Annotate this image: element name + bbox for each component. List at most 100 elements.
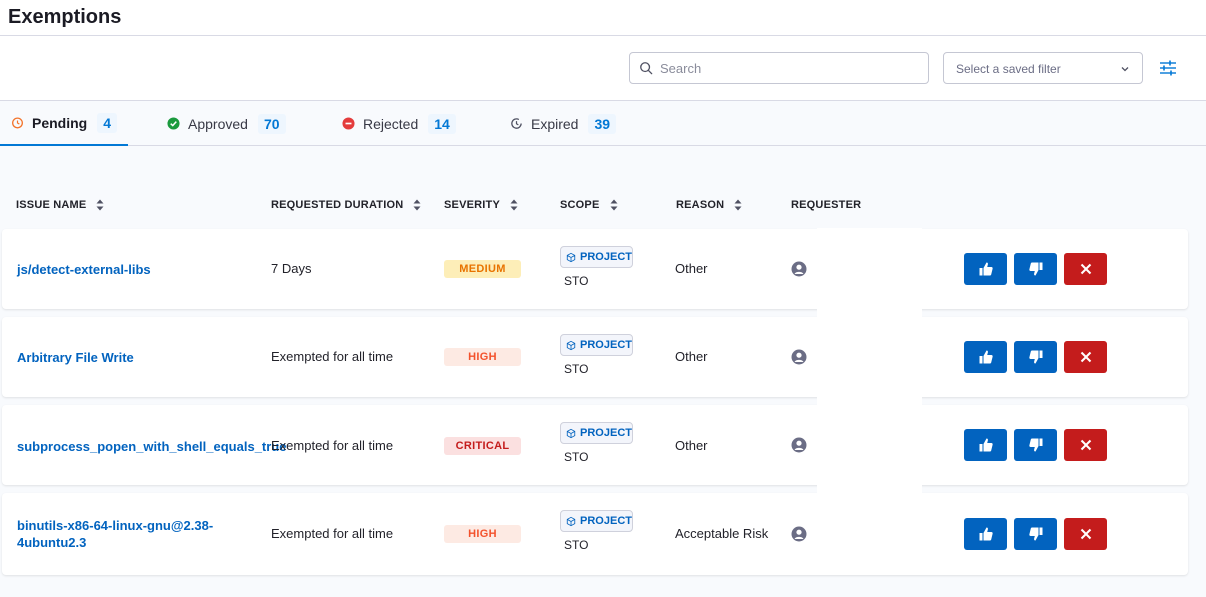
- issue-name-link[interactable]: js/detect-external-libs: [17, 261, 267, 278]
- approve-button[interactable]: [964, 518, 1007, 550]
- column-header-requester: REQUESTER: [791, 199, 861, 211]
- reject-button[interactable]: [1014, 429, 1057, 461]
- saved-filter-placeholder: Select a saved filter: [956, 62, 1061, 76]
- search-box[interactable]: [629, 52, 929, 84]
- column-header-severity[interactable]: SEVERITY: [444, 199, 518, 211]
- thumbs-up-icon: [979, 350, 993, 364]
- issue-name-link[interactable]: subprocess_popen_with_shell_equals_true: [17, 438, 286, 455]
- remove-button[interactable]: [1064, 429, 1107, 461]
- requested-duration: Exempted for all time: [271, 526, 394, 541]
- close-icon: [1080, 439, 1091, 451]
- scope-badge: PROJECT: [560, 246, 633, 268]
- column-header-label: REQUESTED DURATION: [271, 199, 404, 211]
- column-header-issue-name[interactable]: ISSUE NAME: [16, 199, 104, 211]
- severity-badge: CRITICAL: [444, 437, 521, 455]
- column-header-label: ISSUE NAME: [16, 199, 87, 211]
- column-header-label: SEVERITY: [444, 199, 501, 211]
- remove-button[interactable]: [1064, 253, 1107, 285]
- user-avatar-icon: [791, 437, 807, 453]
- tab-rejected[interactable]: Rejected 14: [342, 101, 456, 146]
- issue-name-link[interactable]: Arbitrary File Write: [17, 349, 267, 366]
- sort-icon: [96, 199, 104, 211]
- redacted-requester-area: [817, 228, 922, 494]
- column-header-requested-duration[interactable]: REQUESTED DURATION: [271, 199, 421, 211]
- user-avatar-icon: [791, 261, 807, 277]
- sort-icon: [510, 199, 518, 211]
- reason: Acceptable Risk: [675, 526, 769, 541]
- reason: Other: [675, 261, 708, 276]
- minus-circle-icon: [342, 117, 355, 130]
- table-row[interactable]: js/detect-external-libs 7 Days MEDIUM PR…: [2, 229, 1188, 309]
- scope-name: STO: [564, 538, 589, 552]
- expired-clock-icon: [511, 118, 522, 129]
- tab-expired[interactable]: Expired 39: [510, 101, 617, 146]
- tab-count: 14: [428, 113, 456, 134]
- thumbs-down-icon: [1028, 438, 1042, 452]
- severity-badge: HIGH: [444, 525, 521, 543]
- reject-button[interactable]: [1014, 518, 1057, 550]
- column-header-label: SCOPE: [560, 199, 600, 211]
- page-title: Exemptions: [8, 6, 122, 28]
- user-avatar-icon: [791, 526, 807, 542]
- approve-button[interactable]: [964, 253, 1007, 285]
- scope-name: STO: [564, 450, 589, 464]
- tab-count: 39: [588, 113, 617, 134]
- column-header-reason[interactable]: REASON: [676, 199, 742, 211]
- pending-clock-icon: [12, 117, 23, 129]
- tab-label: Rejected: [363, 115, 419, 132]
- thumbs-up-icon: [979, 262, 993, 276]
- column-header-label: REQUESTER: [791, 199, 862, 211]
- cube-icon: [566, 340, 576, 350]
- reject-button[interactable]: [1014, 341, 1057, 373]
- close-icon: [1080, 528, 1091, 540]
- column-header-scope[interactable]: SCOPE: [560, 199, 618, 211]
- check-circle-icon: [167, 117, 180, 130]
- scope-badge: PROJECT: [560, 510, 633, 532]
- tab-pending[interactable]: Pending 4: [0, 101, 128, 146]
- tab-count: 70: [257, 113, 286, 134]
- table-row[interactable]: Arbitrary File Write Exempted for all ti…: [2, 317, 1188, 397]
- severity-badge: MEDIUM: [444, 260, 521, 278]
- column-header-label: REASON: [676, 199, 725, 211]
- filter-settings-icon[interactable]: [1158, 58, 1178, 78]
- cube-icon: [566, 516, 576, 526]
- thumbs-down-icon: [1028, 350, 1042, 364]
- chevron-down-icon: [1121, 67, 1129, 72]
- requested-duration: 7 Days: [271, 261, 312, 276]
- title-bar: Exemptions: [0, 0, 1206, 36]
- sort-icon: [734, 199, 742, 211]
- scope-name: STO: [564, 362, 589, 376]
- close-icon: [1080, 351, 1091, 363]
- reason: Other: [675, 438, 708, 453]
- table-row[interactable]: subprocess_popen_with_shell_equals_true …: [2, 405, 1188, 485]
- tab-approved[interactable]: Approved 70: [167, 101, 286, 146]
- user-avatar-icon: [791, 349, 807, 365]
- sort-icon: [610, 199, 618, 211]
- scope-badge: PROJECT: [560, 334, 633, 356]
- scope-name: STO: [564, 274, 589, 288]
- tab-label: Expired: [531, 115, 579, 132]
- approve-button[interactable]: [964, 429, 1007, 461]
- remove-button[interactable]: [1064, 518, 1107, 550]
- issue-name-link[interactable]: binutils-x86-64-linux-gnu@2.38-4ubuntu2.…: [17, 517, 237, 551]
- search-icon: [640, 62, 653, 75]
- remove-button[interactable]: [1064, 341, 1107, 373]
- reject-button[interactable]: [1014, 253, 1057, 285]
- cube-icon: [566, 252, 576, 262]
- approve-button[interactable]: [964, 341, 1007, 373]
- scope-label: PROJECT: [580, 339, 632, 351]
- tab-label: Approved: [188, 115, 248, 132]
- table-row[interactable]: binutils-x86-64-linux-gnu@2.38-4ubuntu2.…: [2, 493, 1188, 575]
- tab-count: 4: [97, 112, 118, 133]
- search-input[interactable]: [660, 58, 920, 78]
- scope-badge: PROJECT: [560, 422, 633, 444]
- scope-label: PROJECT: [580, 251, 632, 263]
- reason: Other: [675, 349, 708, 364]
- requested-duration: Exempted for all time: [271, 438, 394, 453]
- thumbs-up-icon: [979, 438, 993, 452]
- tab-label: Pending: [32, 114, 88, 131]
- saved-filter-select[interactable]: Select a saved filter: [943, 52, 1143, 84]
- scope-label: PROJECT: [580, 515, 632, 527]
- redacted-requester-area: [817, 490, 901, 575]
- requested-duration: Exempted for all time: [271, 349, 394, 364]
